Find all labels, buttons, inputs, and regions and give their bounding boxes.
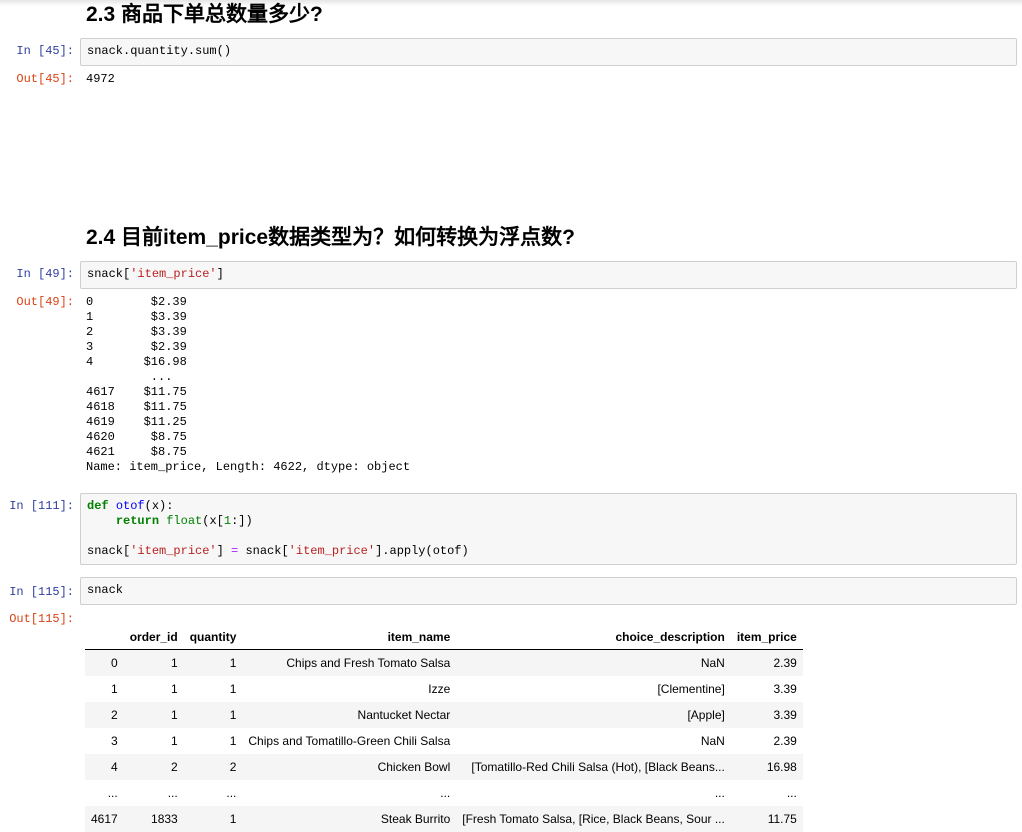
column-header: quantity [183,624,243,650]
row-index: 3 [111,734,118,748]
number: 1 [223,514,232,528]
table-cell: Izze [428,682,451,696]
table-cell: ... [786,786,797,800]
heading-2-3: 2.3 商品下单总数量多少? [86,3,323,26]
code: :]) [231,514,253,528]
table-cell: [Apple] [687,708,725,722]
table-cell: NaN [700,734,725,748]
function-name: otof [115,499,145,513]
code: ] [216,544,232,558]
table-cell: NaN [700,656,725,670]
code: snack [87,583,124,597]
row-index: 1 [111,682,118,696]
row-index: ... [107,786,118,800]
output-49: 0 $2.39 1 $3.39 2 $3.39 3 $2.39 4 $16.98… [86,295,411,474]
builtin: float [166,514,203,528]
table-cell: Steak Burrito [380,812,451,826]
output-45: 4972 [86,72,115,86]
table-cell: 2.39 [773,734,797,748]
out-prompt-49: Out[49]: [16,295,74,309]
code: (x[ [202,514,224,528]
out-prompt-45: Out[45]: [16,72,74,86]
keyword: def [87,499,109,513]
string-literal: 'item_price' [288,544,376,558]
code: snack[ [87,267,131,281]
table-cell: 3.39 [773,682,797,696]
column-header: item_price [730,624,803,650]
table-cell: 1833 [151,812,178,826]
in-prompt-111: In [111]: [9,499,74,513]
out-prompt-115: Out[115]: [9,612,74,626]
in-prompt-45: In [45]: [16,44,74,58]
column-header: item_name [242,624,457,650]
table-row: 4617 1833 1 Steak Burrito [Fresh Tomato Sals… [85,806,803,832]
table-cell: 1 [171,734,178,748]
table-cell: Chicken Bowl [377,760,451,774]
column-header [85,624,124,650]
string-literal: 'item_price' [130,544,217,558]
code: ] [216,267,224,281]
table-cell: 1 [229,682,237,696]
code: snack[ [238,544,289,558]
code-cell-111[interactable]: def otof(x): return float(x[1:]) snack['… [80,493,1017,565]
table-cell: ... [226,786,237,800]
table-cell: 1 [171,656,178,670]
table-cell: Chips and Tomatillo-Green Chili Salsa [248,734,451,748]
table-row: 3 1 1 Chips and Tomatillo-Green Chili Salsa… [85,728,803,754]
row-index: 2 [111,708,118,722]
table-cell: Chips and Fresh Tomato Salsa [286,656,451,670]
table-row: 4 2 2 Chicken Bowl [Tomatillo-Red Chili Sals… [85,754,803,780]
table-cell: [Fresh Tomato Salsa, [Rice, Black Beans,… [462,812,725,826]
table-cell: 11.75 [767,812,797,826]
dataframe-table: order_id quantity item_name choice_descript… [85,624,803,832]
table-cell: 1 [229,656,237,670]
code: snack[ [87,544,131,558]
in-prompt-115: In [115]: [9,585,74,599]
code: snack.quantity.sum() [87,44,232,58]
table-cell: 1 [229,734,237,748]
table-cell: 2 [171,760,178,774]
in-prompt-49: In [49]: [16,267,74,281]
code-cell-115[interactable]: snack [80,577,1017,605]
code-cell-45[interactable]: snack.quantity.sum() [80,38,1017,66]
table-cell: [Clementine] [657,682,725,696]
heading-2-4: 2.4 目前item_price数据类型为？如何转换为浮点数? [86,226,575,249]
row-index: 0 [111,656,118,670]
row-index: 4 [111,760,118,774]
table-cell: 1 [229,708,237,722]
table-cell: 1 [171,682,178,696]
table-cell: 16.98 [766,760,797,774]
table-cell: Nantucket Nectar [357,708,451,722]
table-row: 2 1 1 Nantucket Nectar [Apple] 3.39 [85,702,803,728]
table-row: 0 1 1 Chips and Fresh Tomato Salsa NaN 2.39 [85,649,803,676]
table-cell: 2.39 [773,656,797,670]
code: ].apply(otof) [375,544,469,558]
code: (x): [144,499,174,513]
table-cell: 2 [229,760,237,774]
table-cell: ... [167,786,178,800]
row-index: 4617 [91,812,118,826]
string-literal: 'item_price' [130,267,217,281]
table-cell: 3.39 [773,708,797,722]
table-cell: 1 [229,812,237,826]
column-header: order_id [123,624,184,650]
table-cell: 1 [171,708,178,722]
table-row: 1 1 1 Izze [Clementine] 3.39 [85,676,803,702]
table-row: .................. [85,780,803,806]
table-cell: [Tomatillo-Red Chili Salsa (Hot), [Black… [471,760,725,774]
keyword: return [115,514,160,528]
code-cell-49[interactable]: snack['item_price'] [80,261,1017,289]
table-cell: ... [440,786,451,800]
table-header-row: order_id quantity item_name choice_descript… [85,624,803,650]
column-header: choice_description [456,624,731,650]
table-cell: ... [714,786,725,800]
